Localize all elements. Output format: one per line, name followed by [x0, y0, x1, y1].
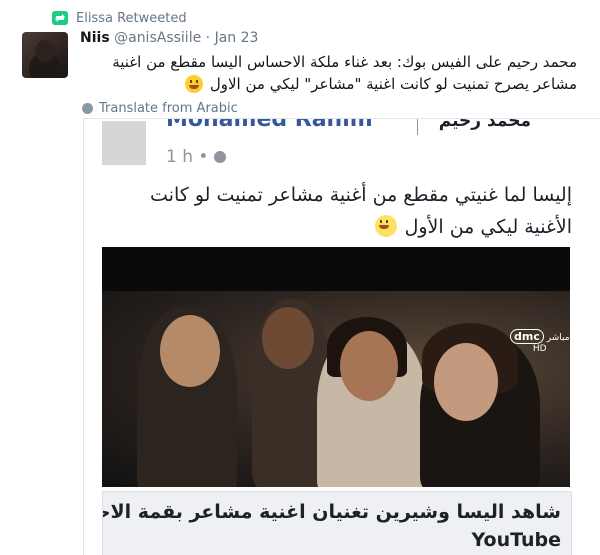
person-head [340, 331, 398, 401]
translate-link[interactable]: Translate from Arabic [82, 101, 238, 116]
post-body: إليسا لما غنيتي مقطع من أغنية مشاعر تمني… [150, 184, 572, 238]
post-time-dot: • [198, 147, 209, 167]
author-handle[interactable]: @anisAssiile [114, 30, 201, 46]
tweet-meta: Niis @anisAssiile · Jan 23 [80, 30, 258, 46]
channel-badge: dmc مباشر HD [510, 329, 570, 354]
caption-title: شاهد اليسا وشيرين تغنيان اغنية مشاعر بقم… [103, 501, 561, 523]
tweet-date[interactable]: Jan 23 [215, 30, 259, 46]
post-author-name-arabic: محمد رحيم [438, 118, 531, 131]
post-text: إليسا لما غنيتي مقطع من أغنية مشاعر تمني… [104, 179, 572, 243]
author-name[interactable]: Niis [80, 30, 110, 46]
tweet-text: محمد رحيم على الفيس بوك: بعد غناء ملكة ا… [92, 51, 577, 95]
retweet-header: Elissa Retweeted [52, 8, 187, 28]
retweet-label[interactable]: Elissa Retweeted [76, 11, 187, 26]
retweet-icon [52, 11, 68, 25]
smiley-emoji-icon [185, 75, 204, 93]
post-author-avatar [102, 121, 146, 165]
person-head [262, 307, 314, 369]
hd-label: HD [532, 344, 547, 354]
translate-label: Translate from Arabic [99, 101, 238, 116]
post-time: 1 h • [166, 147, 226, 167]
dmc-logo: dmc [510, 329, 544, 344]
post-photo[interactable]: dmc مباشر HD [102, 247, 570, 487]
post-time-value: 1 h [166, 147, 193, 167]
smiley-emoji-icon [374, 215, 397, 237]
caption-subtitle: YouTube [471, 529, 561, 551]
person-head [160, 315, 220, 387]
tweet-body: محمد رحيم على الفيس بوك: بعد غناء ملكة ا… [112, 53, 577, 93]
author-avatar[interactable] [22, 32, 68, 78]
meta-separator: · [205, 30, 211, 46]
name-divider [417, 119, 418, 135]
globe-icon [82, 103, 93, 114]
person-head [434, 343, 498, 421]
live-label: مباشر [546, 333, 570, 343]
post-author-name: Mohamed Rahim [166, 118, 373, 132]
embedded-facebook-post[interactable]: Mohamed Rahim محمد رحيم 1 h • إليسا لما … [83, 118, 600, 555]
globe-icon [213, 151, 226, 163]
link-preview-caption[interactable]: شاهد اليسا وشيرين تغنيان اغنية مشاعر بقم… [102, 491, 572, 555]
